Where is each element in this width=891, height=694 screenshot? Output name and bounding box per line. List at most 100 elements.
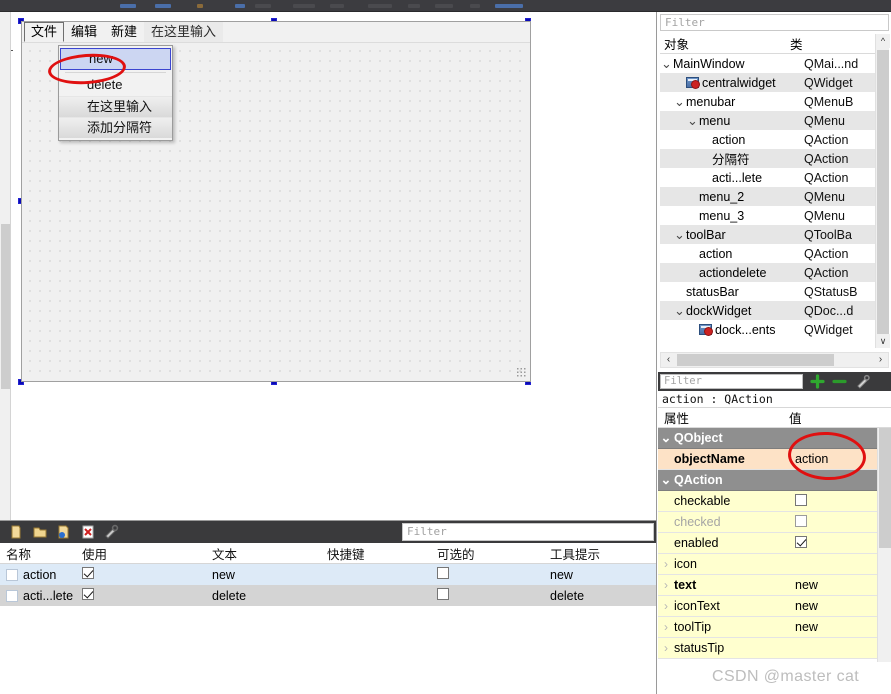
property-row[interactable]: › icon <box>658 554 877 575</box>
action-editor-filter-input[interactable]: Filter <box>402 523 654 541</box>
column-header-name[interactable]: 名称 <box>0 544 76 563</box>
object-inspector-vscrollbar[interactable]: ^ ∨ <box>875 34 890 348</box>
action-checkable-cell[interactable] <box>431 567 544 582</box>
property-row[interactable]: › iconText new <box>658 596 877 617</box>
action-tooltip-cell[interactable]: delete <box>544 589 656 603</box>
object-tree-row[interactable]: action QAction <box>660 244 889 263</box>
chevron-right-icon[interactable]: › <box>658 557 674 571</box>
toolbar-chip[interactable] <box>368 4 392 8</box>
action-editor-toolbar[interactable]: Filter <box>0 521 656 543</box>
canvas-vertical-scrollbar[interactable] <box>0 12 11 520</box>
used-checkbox[interactable] <box>82 588 94 600</box>
add-property-icon[interactable] <box>808 374 826 389</box>
property-value-cell[interactable] <box>789 535 877 551</box>
property-editor-vscrollbar[interactable] <box>877 428 891 662</box>
object-tree-row[interactable]: dock...ents QWidget <box>660 320 889 339</box>
configure-icon[interactable] <box>104 524 120 540</box>
object-tree-row[interactable]: acti...lete QAction <box>660 168 889 187</box>
toolbar-chip[interactable] <box>408 4 420 8</box>
toolbar-chip[interactable] <box>155 4 171 8</box>
form-menubar[interactable]: 文件 编辑 新建 在这里输入 <box>22 21 530 43</box>
column-header-text[interactable]: 文本 <box>206 544 321 563</box>
property-checkbox[interactable] <box>795 493 807 506</box>
column-header-shortcut[interactable]: 快捷键 <box>321 544 431 563</box>
scrollbar-thumb[interactable] <box>1 224 10 389</box>
chevron-right-icon[interactable]: › <box>658 620 674 634</box>
checkable-checkbox[interactable] <box>437 567 449 579</box>
toolbar-chip[interactable] <box>255 4 271 8</box>
chevron-right-icon[interactable]: › <box>658 578 674 592</box>
form-design-canvas[interactable]: 文件 编辑 新建 在这里输入 new delete 在这里输入 添加分隔符 <box>0 12 657 520</box>
chevron-down-icon[interactable]: ⌄ <box>658 431 674 444</box>
used-checkbox[interactable] <box>82 567 94 579</box>
column-header-used[interactable]: 使用 <box>76 544 206 563</box>
property-row[interactable]: ⌄ QAction <box>658 470 877 491</box>
action-used-cell[interactable] <box>76 588 206 603</box>
object-tree[interactable]: ⌄ MainWindow QMai...nd centralwidget QWidget… <box>660 54 889 348</box>
property-value-cell[interactable] <box>789 514 877 530</box>
scroll-down-arrow-icon[interactable]: ∨ <box>876 334 890 348</box>
toolbar-chip[interactable] <box>330 4 344 8</box>
object-tree-row[interactable]: ⌄ menu QMenu <box>660 111 889 130</box>
property-editor-toolbar[interactable]: Filter <box>658 372 891 391</box>
property-row[interactable]: enabled <box>658 533 877 554</box>
scroll-right-arrow-icon[interactable]: › <box>873 353 888 367</box>
action-editor-table[interactable]: 名称 使用 文本 快捷键 可选的 工具提示 action new new act… <box>0 543 656 694</box>
property-rows[interactable]: ⌄ QObject objectName action ⌄ QAction checkabl… <box>658 428 877 659</box>
open-folder-icon[interactable] <box>32 524 48 540</box>
column-header-checkable[interactable]: 可选的 <box>431 544 544 563</box>
object-tree-row[interactable]: ⌄ dockWidget QDoc...d <box>660 301 889 320</box>
scrollbar-thumb[interactable] <box>877 50 889 344</box>
toolbar-chip[interactable] <box>293 4 315 8</box>
chevron-down-icon[interactable]: ⌄ <box>673 304 686 317</box>
remove-property-icon[interactable] <box>830 374 848 389</box>
scroll-left-arrow-icon[interactable]: ‹ <box>661 353 676 367</box>
property-value-cell[interactable]: action <box>789 452 877 466</box>
column-header-property[interactable]: 属性 <box>658 408 789 427</box>
scroll-up-arrow-icon[interactable]: ^ <box>876 34 890 48</box>
column-header-tooltip[interactable]: 工具提示 <box>544 544 656 563</box>
toolbar-chip[interactable] <box>495 4 523 8</box>
checkable-checkbox[interactable] <box>437 588 449 600</box>
toolbar-chip[interactable] <box>435 4 453 8</box>
toolbar-chip[interactable] <box>120 4 136 8</box>
menubar-item-edit[interactable]: 编辑 <box>64 22 104 42</box>
object-tree-row[interactable]: menu_2 QMenu <box>660 187 889 206</box>
object-tree-row[interactable]: menu_3 QMenu <box>660 206 889 225</box>
action-checkable-cell[interactable] <box>431 588 544 603</box>
property-row[interactable]: › statusTip <box>658 638 877 659</box>
row-select-checkbox[interactable] <box>6 568 18 581</box>
property-value-cell[interactable]: new <box>789 599 877 613</box>
scrollbar-thumb[interactable] <box>879 428 891 548</box>
property-editor-filter-input[interactable]: Filter <box>660 374 803 389</box>
action-row-name-cell[interactable]: acti...lete <box>0 589 76 603</box>
column-header-object[interactable]: 对象 <box>660 34 790 53</box>
mainwindow-form-preview[interactable]: 文件 编辑 新建 在这里输入 new delete 在这里输入 添加分隔符 <box>18 18 534 385</box>
chevron-down-icon[interactable]: ⌄ <box>686 114 699 127</box>
menubar-item-file[interactable]: 文件 <box>24 21 65 42</box>
property-row[interactable]: › toolTip new <box>658 617 877 638</box>
file-menu-popup[interactable]: new delete 在这里输入 添加分隔符 <box>58 45 173 141</box>
action-text-cell[interactable]: delete <box>206 589 321 603</box>
chevron-down-icon[interactable]: ⌄ <box>673 95 686 108</box>
new-action-icon[interactable] <box>8 524 24 540</box>
chevron-down-icon[interactable]: ⌄ <box>660 57 673 70</box>
menu-item-type-here[interactable]: 在这里输入 <box>59 96 172 117</box>
object-inspector-filter-input[interactable]: Filter <box>660 14 889 31</box>
toolbar-chip[interactable] <box>235 4 245 8</box>
property-row[interactable]: checkable <box>658 491 877 512</box>
object-tree-row[interactable]: 分隔符 QAction <box>660 149 889 168</box>
qt-designer-toolbar[interactable] <box>0 0 891 12</box>
object-tree-row[interactable]: ⌄ MainWindow QMai...nd <box>660 54 889 73</box>
property-checkbox[interactable] <box>795 535 807 548</box>
table-row[interactable]: acti...lete delete delete <box>0 585 656 606</box>
object-tree-row[interactable]: centralwidget QWidget <box>660 73 889 92</box>
menu-item-new[interactable]: new <box>60 48 171 70</box>
property-value-cell[interactable]: new <box>789 578 877 592</box>
chevron-right-icon[interactable]: › <box>658 599 674 613</box>
action-text-cell[interactable]: new <box>206 568 321 582</box>
object-inspector-hscrollbar[interactable]: ‹ › <box>660 352 889 368</box>
object-tree-row[interactable]: actiondelete QAction <box>660 263 889 282</box>
scrollbar-thumb[interactable] <box>677 354 834 366</box>
edit-action-icon[interactable] <box>56 524 72 540</box>
